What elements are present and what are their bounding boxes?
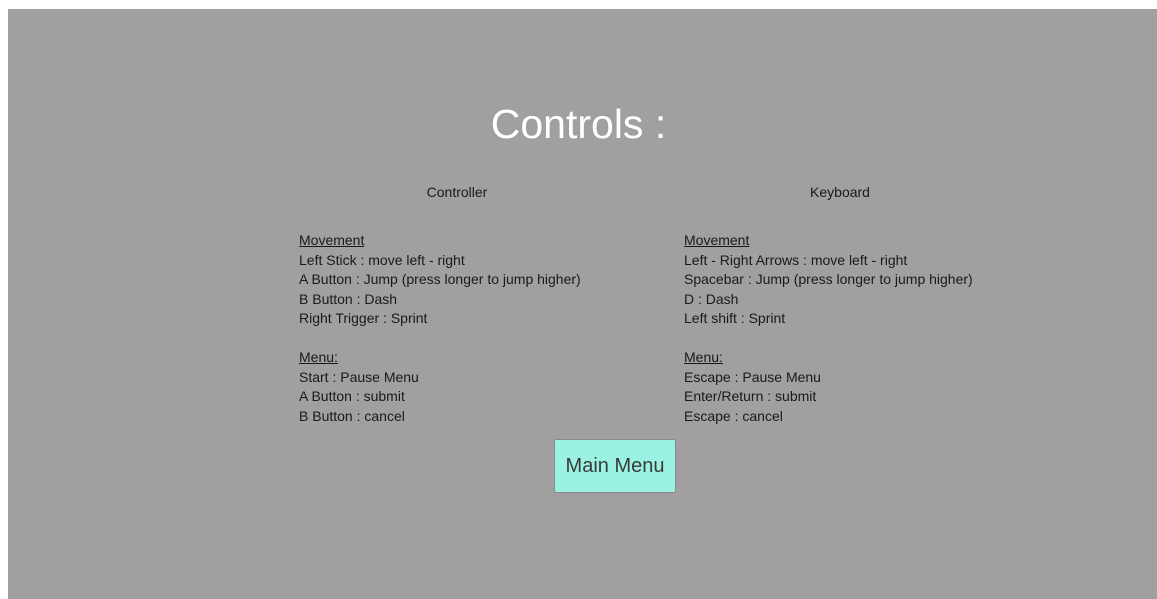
keyboard-movement-item: Spacebar : Jump (press longer to jump hi… [684, 271, 973, 287]
keyboard-controls-list: Movement Left - Right Arrows : move left… [684, 231, 973, 426]
controller-menu-item: A Button : submit [299, 388, 405, 404]
controller-movement-item: B Button : Dash [299, 290, 398, 307]
controller-movement-item: Right Trigger : Sprint [299, 310, 428, 326]
keyboard-menu-item: Escape : cancel [684, 407, 783, 424]
controller-controls-list: Movement Left Stick : move left - right … [299, 231, 581, 426]
controller-menu-item: B Button : cancel [299, 407, 405, 424]
main-menu-button[interactable]: Main Menu [554, 439, 676, 493]
controller-menu-title: Menu: [299, 349, 338, 365]
page-title: Controls : [490, 101, 667, 147]
keyboard-menu-title: Menu: [684, 349, 723, 365]
keyboard-heading: Keyboard [810, 184, 870, 200]
controller-heading: Controller [426, 184, 488, 200]
controller-movement-item: A Button : Jump (press longer to jump hi… [299, 271, 581, 287]
keyboard-menu-item: Escape : Pause Menu [684, 368, 821, 385]
keyboard-movement-item: Left shift : Sprint [684, 310, 786, 326]
controller-movement-title: Movement [299, 232, 365, 248]
keyboard-movement-title: Movement [684, 232, 750, 248]
keyboard-movement-item: Left - Right Arrows : move left - right [684, 251, 908, 268]
controller-movement-item: Left Stick : move left - right [299, 251, 465, 268]
keyboard-movement-item: D : Dash [684, 290, 739, 307]
controller-menu-item: Start : Pause Menu [299, 368, 419, 385]
keyboard-menu-item: Enter/Return : submit [684, 388, 817, 404]
game-view [8, 9, 1157, 599]
